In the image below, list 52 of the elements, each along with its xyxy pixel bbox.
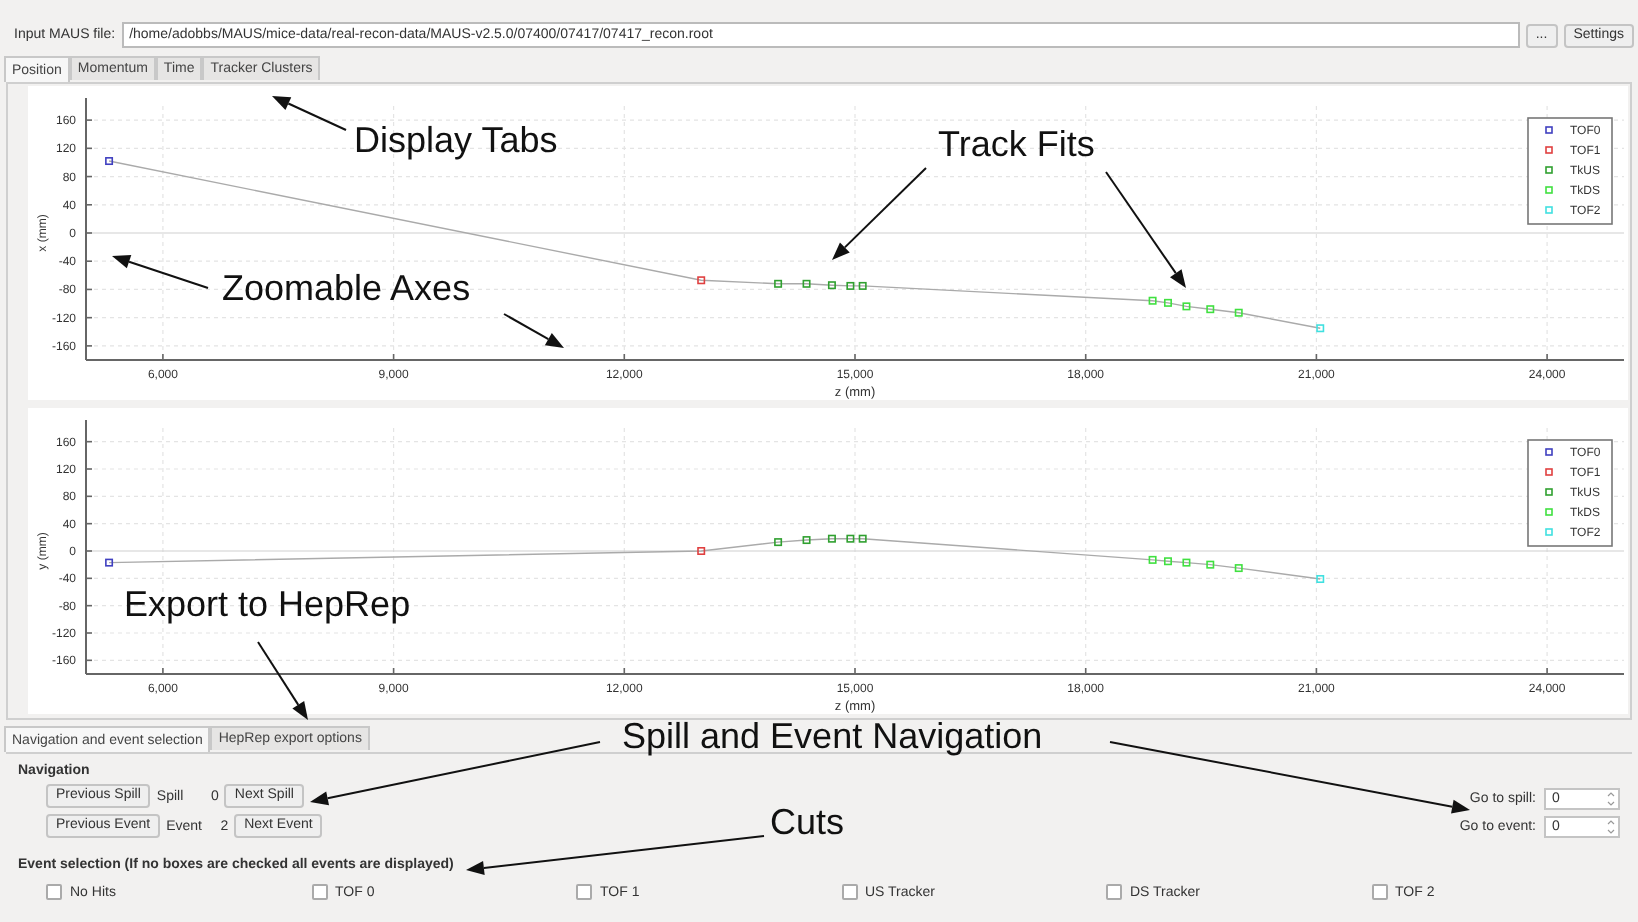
data-point — [1234, 564, 1243, 573]
annotation-label: Display Tabs — [354, 120, 558, 162]
data-point — [858, 534, 867, 543]
annotation-label: Track Fits — [938, 124, 1095, 166]
data-point — [1148, 555, 1157, 564]
annotation-label: Cuts — [770, 802, 845, 844]
data-point — [1234, 308, 1243, 317]
data-point — [846, 534, 855, 543]
annotation-label: Export to HepRep — [124, 584, 411, 626]
stepper-icon[interactable] — [1606, 818, 1616, 836]
data-point — [1316, 324, 1325, 333]
data-point — [1316, 575, 1325, 583]
data-point — [1164, 298, 1172, 307]
data-point — [1182, 302, 1191, 311]
data-point — [1206, 560, 1215, 569]
data-point — [1182, 558, 1191, 567]
y-axis[interactable] — [85, 97, 93, 361]
checkbox[interactable] — [311, 884, 327, 900]
data-point — [1206, 305, 1215, 314]
data-point — [1164, 557, 1172, 566]
data-point — [774, 538, 783, 547]
annotation-label: Zoomable Axes — [222, 268, 471, 310]
data-point — [802, 279, 811, 288]
data-point — [1148, 296, 1157, 305]
data-point — [774, 279, 783, 288]
y-axis[interactable] — [85, 419, 93, 675]
data-point — [846, 281, 855, 290]
legend-box — [1527, 439, 1613, 547]
checkbox[interactable] — [576, 884, 592, 900]
x-axis[interactable] — [85, 667, 1625, 675]
data-point — [827, 281, 836, 290]
checkbox[interactable] — [1106, 884, 1122, 900]
arrow — [112, 255, 209, 289]
data-point — [858, 281, 867, 290]
data-point — [697, 276, 706, 285]
arrow — [257, 641, 308, 720]
data-point — [802, 536, 811, 545]
checkbox[interactable] — [1371, 884, 1387, 900]
data-point — [105, 157, 114, 166]
arrow — [503, 313, 564, 348]
checkbox[interactable] — [841, 884, 857, 900]
arrow — [832, 167, 927, 260]
arrow — [1105, 171, 1186, 288]
stepper-icon[interactable] — [1606, 790, 1616, 808]
data-point — [827, 534, 836, 543]
checkbox[interactable] — [46, 884, 62, 900]
x-axis[interactable] — [85, 353, 1625, 361]
annotation-label: Spill and Event Navigation — [622, 716, 1043, 758]
data-point — [105, 558, 114, 567]
arrow — [272, 96, 347, 131]
data-point — [697, 547, 706, 555]
legend-box — [1527, 117, 1613, 225]
